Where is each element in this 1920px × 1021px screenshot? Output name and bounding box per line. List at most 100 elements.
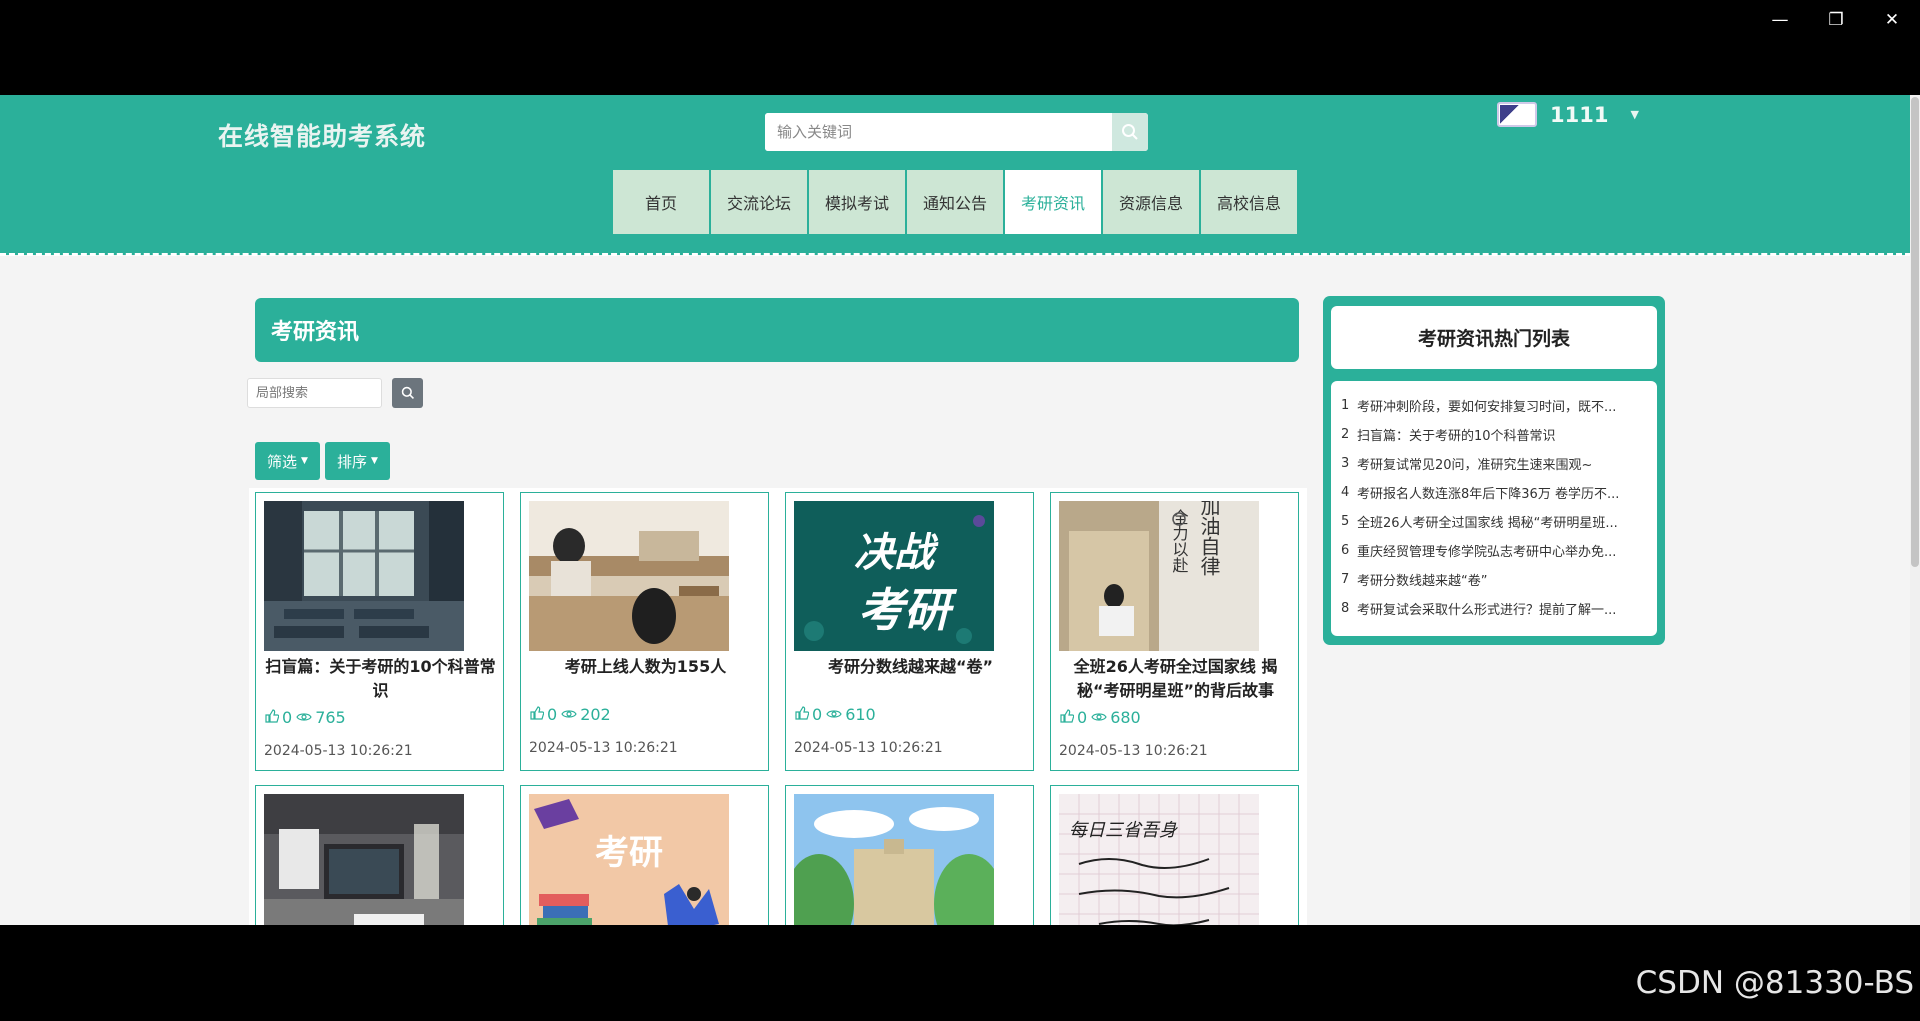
username[interactable]: 1111 — [1550, 103, 1608, 127]
search-icon — [401, 386, 414, 399]
nav-resources[interactable]: 资源信息 — [1103, 170, 1199, 234]
main-nav: 首页 交流论坛 模拟考试 通知公告 考研资讯 资源信息 高校信息 — [613, 170, 1297, 234]
svg-text:每日三省吾身: 每日三省吾身 — [1069, 820, 1178, 841]
watermark: CSDN @81330-BS — [1635, 965, 1914, 1001]
page-scrollbar[interactable] — [1910, 95, 1920, 925]
caret-down-icon[interactable]: ▼ — [1630, 108, 1638, 121]
thumb-up-icon[interactable] — [795, 705, 810, 724]
eye-icon — [1091, 708, 1107, 727]
svg-text:考研: 考研 — [858, 583, 958, 637]
hot-list-item[interactable]: 5 全班26人考研全过国家线 揭秘“考研明星班... — [1339, 507, 1649, 536]
svg-text:考研: 考研 — [595, 833, 663, 873]
view-count: 680 — [1110, 708, 1141, 727]
view-count: 202 — [580, 705, 611, 724]
local-search-input[interactable] — [247, 378, 382, 408]
card-image-study-room[interactable] — [529, 501, 729, 651]
hot-list-item[interactable]: 2 扫盲篇：关于考研的10个科普常识 — [1339, 420, 1649, 449]
svg-text:加油自律: 加油自律 — [1197, 501, 1221, 576]
view-count: 610 — [845, 705, 876, 724]
close-icon[interactable]: ✕ — [1864, 0, 1920, 40]
card-title[interactable]: 扫盲篇：关于考研的10个科普常识 — [262, 655, 499, 703]
hot-list-item[interactable]: 7 考研分数线越来越“卷” — [1339, 565, 1649, 594]
view-count: 765 — [315, 708, 346, 727]
news-grid: 扫盲篇：关于考研的10个科普常识 0 765 2024-05-13 10:26:… — [249, 488, 1307, 925]
card-title[interactable]: 全班26人考研全过国家线 揭秘“考研明星班”的背后故事 — [1057, 655, 1294, 703]
thumb-up-icon[interactable] — [530, 705, 545, 724]
svg-text:决战: 决战 — [854, 530, 939, 576]
user-menu[interactable]: 1111 ▼ — [1497, 102, 1639, 127]
card-date: 2024-05-13 10:26:21 — [794, 740, 943, 756]
card-image-study-booth[interactable]: 加油自律 全力以赴 — [1059, 501, 1259, 651]
header-divider — [0, 253, 1920, 256]
avatar[interactable] — [1497, 102, 1537, 127]
sort-dropdown[interactable]: 排序 ▼ — [324, 442, 390, 480]
hot-list-item[interactable]: 3 考研复试常见20问，准研究生速来围观~ — [1339, 449, 1649, 478]
card-date: 2024-05-13 10:26:21 — [1059, 743, 1208, 759]
eye-icon — [296, 708, 312, 727]
local-search-button[interactable] — [392, 378, 423, 408]
eye-icon — [826, 705, 842, 724]
card-stats: 0 765 — [265, 708, 350, 727]
caret-down-icon: ▼ — [370, 456, 378, 466]
local-search — [247, 378, 423, 408]
search-input[interactable] — [765, 113, 1112, 151]
card-date: 2024-05-13 10:26:21 — [529, 740, 678, 756]
nav-notice[interactable]: 通知公告 — [907, 170, 1003, 234]
nav-universities[interactable]: 高校信息 — [1201, 170, 1297, 234]
filter-label: 筛选 — [267, 452, 298, 471]
card-image-exam-poster[interactable]: 决战 考研 — [794, 501, 994, 651]
window-controls: — ❐ ✕ — [1752, 0, 1920, 40]
site-header: 在线智能助考系统 1111 ▼ 首页 交流论坛 模拟考试 通知公告 考研资讯 资… — [0, 95, 1920, 255]
news-card[interactable]: 扫盲篇：关于考研的10个科普常识 0 765 2024-05-13 10:26:… — [255, 492, 504, 771]
card-stats: 0 680 — [1060, 708, 1145, 727]
hot-list-item[interactable]: 1 考研冲刺阶段，要如何安排复习时间，既不... — [1339, 391, 1649, 420]
like-count: 0 — [1077, 708, 1088, 727]
news-card[interactable]: 考研上线人数为155人 0 202 2024-05-13 10:26:21 — [520, 492, 769, 771]
search-button[interactable] — [1112, 113, 1148, 151]
browser-page: 在线智能助考系统 1111 ▼ 首页 交流论坛 模拟考试 通知公告 考研资讯 资… — [0, 95, 1920, 925]
card-stats: 0 610 — [795, 705, 880, 724]
search-icon — [1122, 124, 1138, 140]
thumb-up-icon[interactable] — [1060, 708, 1075, 727]
scrollbar-thumb[interactable] — [1911, 97, 1919, 567]
card-image-campus[interactable] — [794, 794, 994, 925]
hot-list-item[interactable]: 8 考研复试会采取什么形式进行？提前了解一... — [1339, 594, 1649, 623]
nav-forum[interactable]: 交流论坛 — [711, 170, 807, 234]
card-date: 2024-05-13 10:26:21 — [264, 743, 413, 759]
eye-icon — [561, 705, 577, 724]
caret-down-icon: ▼ — [301, 456, 308, 466]
hot-list-title: 考研资讯热门列表 — [1331, 306, 1657, 369]
screen: — ❐ ✕ 在线智能助考系统 1111 ▼ 首页 交流论坛 模拟考试 通知公告 — [0, 0, 1920, 1021]
hot-list-item[interactable]: 4 考研报名人数连涨8年后下降36万 卷学历不... — [1339, 478, 1649, 507]
news-card[interactable] — [255, 785, 504, 925]
page-title: 考研资讯 — [255, 298, 1299, 362]
news-card[interactable] — [785, 785, 1034, 925]
card-stats: 0 202 — [530, 705, 615, 724]
hot-list: 1 考研冲刺阶段，要如何安排复习时间，既不... 2 扫盲篇：关于考研的10个科普常… — [1331, 381, 1657, 636]
news-card[interactable]: 每日三省吾身 — [1050, 785, 1299, 925]
hot-list-item[interactable]: 6 重庆经贸管理专修学院弘志考研中心举办免... — [1339, 536, 1649, 565]
filter-dropdown[interactable]: 筛选 ▼ — [255, 442, 320, 480]
like-count: 0 — [812, 705, 823, 724]
restore-icon[interactable]: ❐ — [1808, 0, 1864, 40]
card-title[interactable]: 考研上线人数为155人 — [527, 655, 764, 679]
card-image-desk[interactable] — [264, 794, 464, 925]
sort-label: 排序 — [336, 452, 367, 471]
card-title[interactable]: 考研分数线越来越“卷” — [792, 655, 1029, 679]
news-card[interactable]: 考研 — [520, 785, 769, 925]
card-image-classroom[interactable] — [264, 501, 464, 651]
filter-toolbar: 筛选 ▼ 排序 ▼ — [255, 442, 390, 480]
global-search — [765, 113, 1148, 151]
news-card[interactable]: 决战 考研 考研分数线越来越“卷” 0 610 2024-05-13 10:26… — [785, 492, 1034, 771]
nav-home[interactable]: 首页 — [613, 170, 709, 234]
minimize-icon[interactable]: — — [1752, 0, 1808, 40]
thumb-up-icon[interactable] — [265, 708, 280, 727]
card-image-handwriting[interactable]: 每日三省吾身 — [1059, 794, 1259, 925]
news-card[interactable]: 加油自律 全力以赴 全班26人考研全过国家线 揭秘“考研明星班”的背后故事 0 … — [1050, 492, 1299, 771]
site-brand[interactable]: 在线智能助考系统 — [218, 117, 426, 153]
nav-news[interactable]: 考研资讯 — [1005, 170, 1101, 234]
hot-list-panel: 考研资讯热门列表 1 考研冲刺阶段，要如何安排复习时间，既不... 2 扫盲篇：关于… — [1323, 296, 1665, 645]
like-count: 0 — [282, 708, 293, 727]
card-image-kaoyan-illustration[interactable]: 考研 — [529, 794, 729, 925]
nav-mock-exam[interactable]: 模拟考试 — [809, 170, 905, 234]
